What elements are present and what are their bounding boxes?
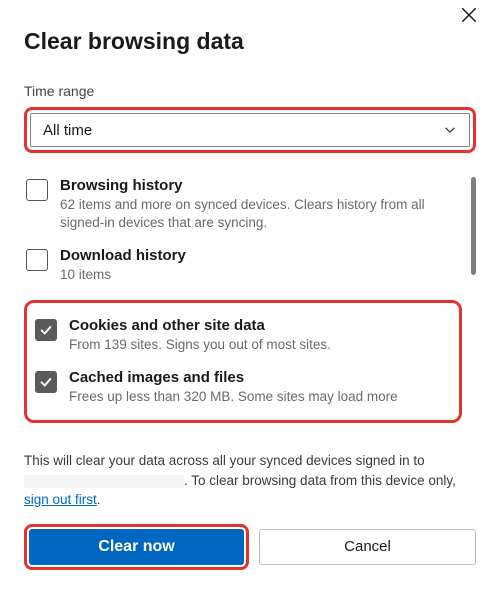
sync-warning-text: This will clear your data across all you…: [24, 451, 476, 510]
option-download-history: Download history 10 items: [24, 241, 462, 294]
scrollbar-thumb[interactable]: [471, 177, 476, 275]
clear-now-button[interactable]: Clear now: [29, 529, 244, 565]
time-range-select[interactable]: All time: [30, 113, 470, 147]
clear-browsing-data-dialog: Clear browsing data Time range All time …: [0, 0, 500, 600]
checkbox-browsing-history[interactable]: [26, 179, 48, 201]
check-icon: [39, 323, 53, 337]
checkbox-download-history[interactable]: [26, 249, 48, 271]
option-desc: 62 items and more on synced devices. Cle…: [60, 196, 462, 231]
option-cookies: Cookies and other site data From 139 sit…: [33, 311, 453, 364]
redacted-account: [24, 475, 184, 488]
time-range-highlight: All time: [24, 107, 476, 153]
time-range-value: All time: [43, 122, 92, 139]
options-scroll-area: Browsing history 62 items and more on sy…: [24, 171, 476, 439]
option-title: Cookies and other site data: [69, 317, 453, 334]
cancel-button[interactable]: Cancel: [259, 529, 476, 565]
option-title: Cached images and files: [69, 369, 453, 386]
checkbox-cookies[interactable]: [35, 319, 57, 341]
option-desc: From 139 sites. Signs you out of most si…: [69, 336, 453, 354]
option-title: Download history: [60, 247, 462, 264]
dialog-title: Clear browsing data: [24, 28, 476, 55]
recommended-highlight: Cookies and other site data From 139 sit…: [24, 300, 462, 423]
check-icon: [39, 375, 53, 389]
checkbox-cached[interactable]: [35, 371, 57, 393]
option-desc: 10 items: [60, 266, 462, 284]
sign-out-link[interactable]: sign out first: [24, 492, 97, 507]
clear-now-highlight: Clear now: [24, 524, 249, 570]
close-icon: [460, 6, 478, 24]
close-button[interactable]: [460, 6, 484, 30]
option-browsing-history: Browsing history 62 items and more on sy…: [24, 171, 462, 241]
option-cached: Cached images and files Frees up less th…: [33, 363, 453, 416]
chevron-down-icon: [443, 123, 457, 137]
option-desc: Frees up less than 320 MB. Some sites ma…: [69, 388, 453, 406]
dialog-buttons: Clear now Cancel: [24, 524, 476, 570]
option-title: Browsing history: [60, 177, 462, 194]
time-range-label: Time range: [24, 83, 476, 99]
